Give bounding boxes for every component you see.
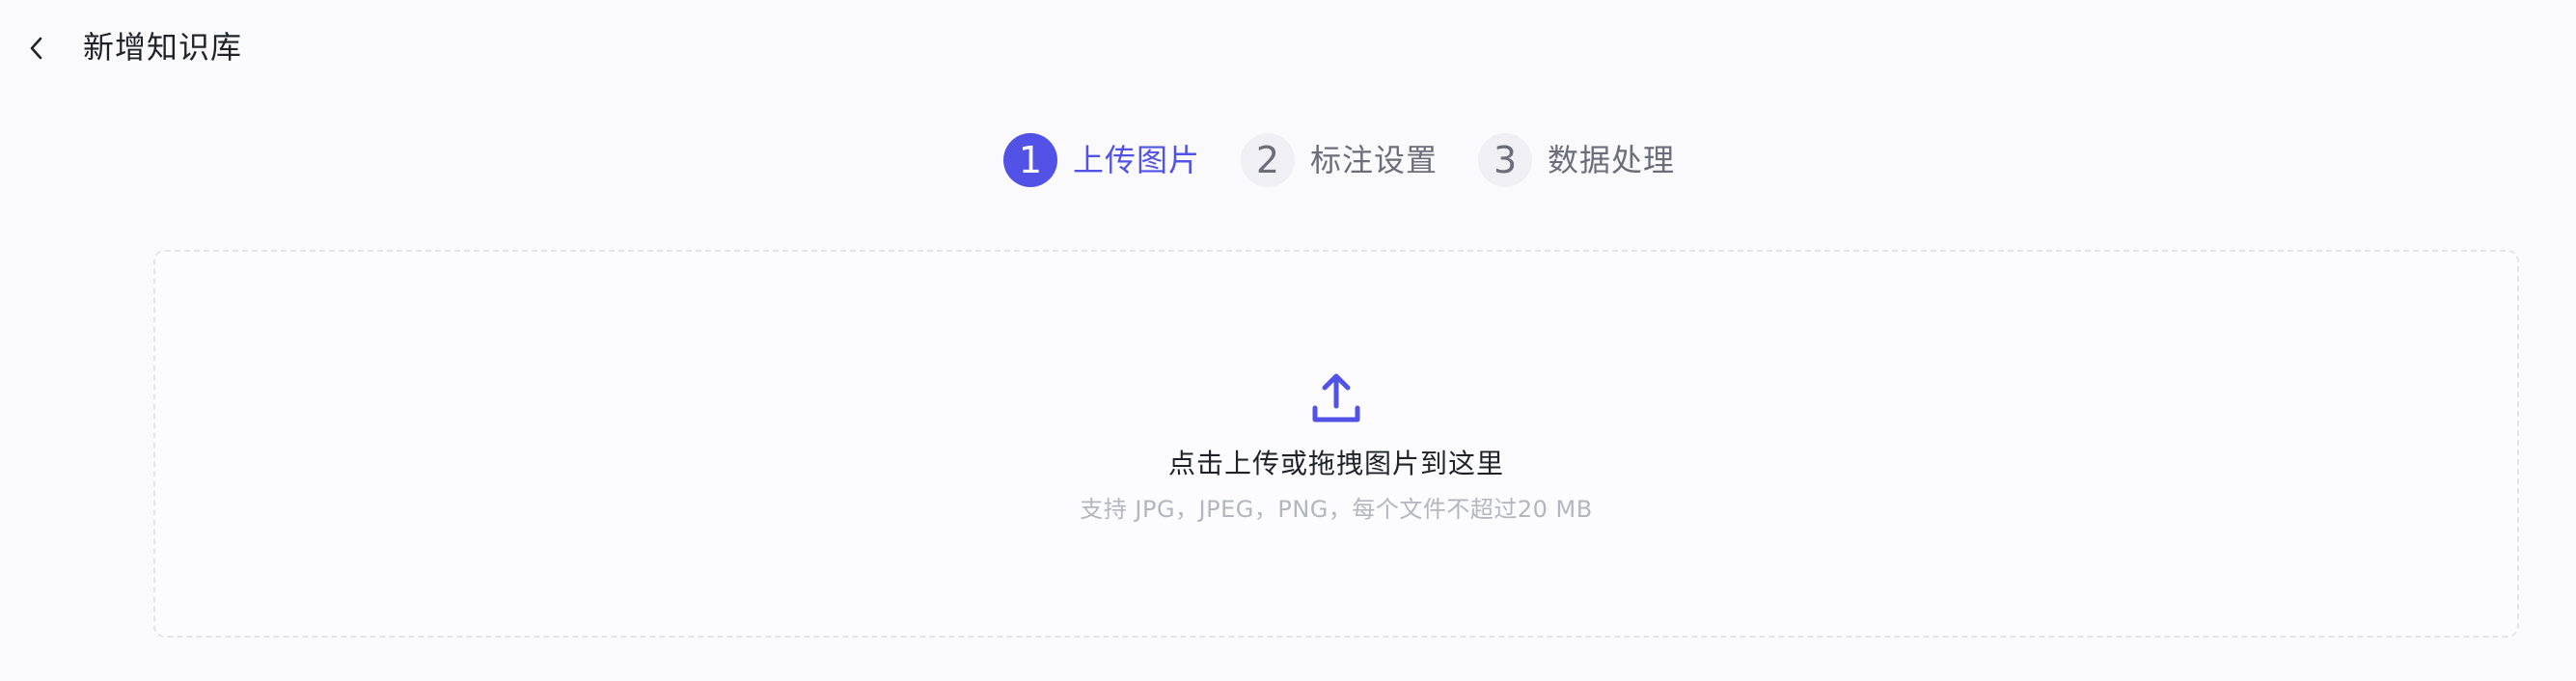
- page-title: 新增知识库: [83, 29, 243, 66]
- step-label: 标注设置: [1310, 142, 1439, 178]
- upload-instruction: 点击上传或拖拽图片到这里: [1167, 448, 1504, 479]
- step-number: 1: [1003, 133, 1057, 187]
- chevron-left-icon: [30, 37, 42, 60]
- step-number: 2: [1241, 133, 1296, 187]
- upload-format-hint: 支持 JPG，JPEG，PNG，每个文件不超过20 MB: [1080, 496, 1593, 523]
- step-label: 数据处理: [1548, 142, 1676, 178]
- step-upload-images[interactable]: 1 上传图片: [1003, 133, 1200, 187]
- step-label: 上传图片: [1073, 142, 1201, 178]
- page: 新增知识库 1 上传图片 2 标注设置 3 数据处理 点击上传或拖拽图片到这里 …: [0, 0, 2576, 681]
- header: 新增知识库: [0, 0, 2576, 96]
- upload-icon: [1312, 373, 1360, 422]
- step-annotation-settings[interactable]: 2 标注设置: [1241, 133, 1438, 187]
- steps-progress: 1 上传图片 2 标注设置 3 数据处理: [1003, 132, 1675, 188]
- step-number: 3: [1478, 133, 1533, 187]
- upload-dropzone[interactable]: 点击上传或拖拽图片到这里 支持 JPG，JPEG，PNG，每个文件不超过20 M…: [153, 250, 2519, 638]
- step-data-processing[interactable]: 3 数据处理: [1478, 133, 1675, 187]
- back-button[interactable]: [19, 29, 54, 68]
